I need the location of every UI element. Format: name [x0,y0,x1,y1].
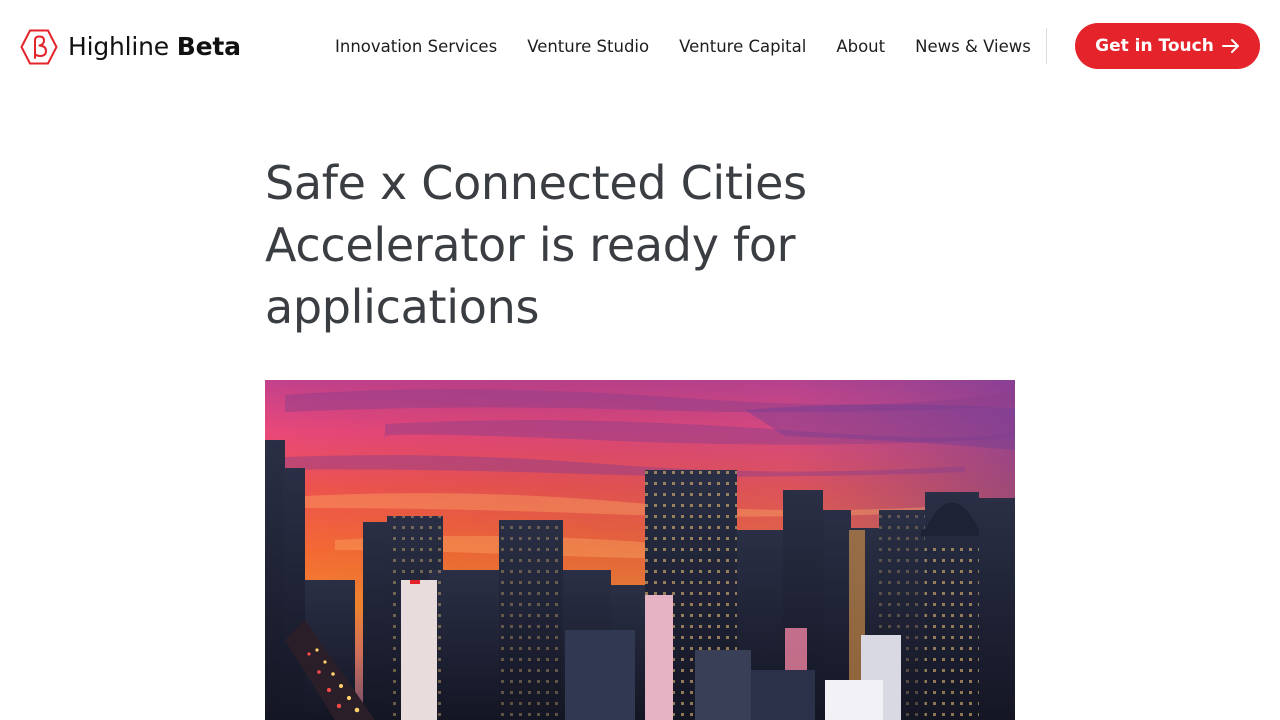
nav-item-about[interactable]: About [836,35,885,59]
logo-link[interactable]: Highline Beta [20,29,241,65]
nav-divider [1046,28,1047,64]
beta-hexagon-icon [20,29,58,65]
nav-item-venture-studio[interactable]: Venture Studio [527,35,649,59]
nav-item-venture-capital[interactable]: Venture Capital [679,35,806,59]
site-header: Highline Beta Innovation Services Ventur… [0,0,1280,92]
logo-wordmark: Highline Beta [68,29,241,65]
cta-label: Get in Touch [1095,36,1214,56]
nav-item-news-views[interactable]: News & Views [915,35,1031,59]
arrow-right-icon [1221,39,1239,53]
main-nav: Innovation Services Venture Studio Ventu… [335,35,1031,59]
article-title: Safe x Connected Cities Accelerator is r… [265,156,807,334]
nav-item-innovation-services[interactable]: Innovation Services [335,35,497,59]
get-in-touch-button[interactable]: Get in Touch [1075,23,1260,69]
city-skyline-sunset-photo [265,380,1015,720]
logo-name-bold: Beta [176,32,241,61]
logo-name-light: Highline [68,32,169,61]
